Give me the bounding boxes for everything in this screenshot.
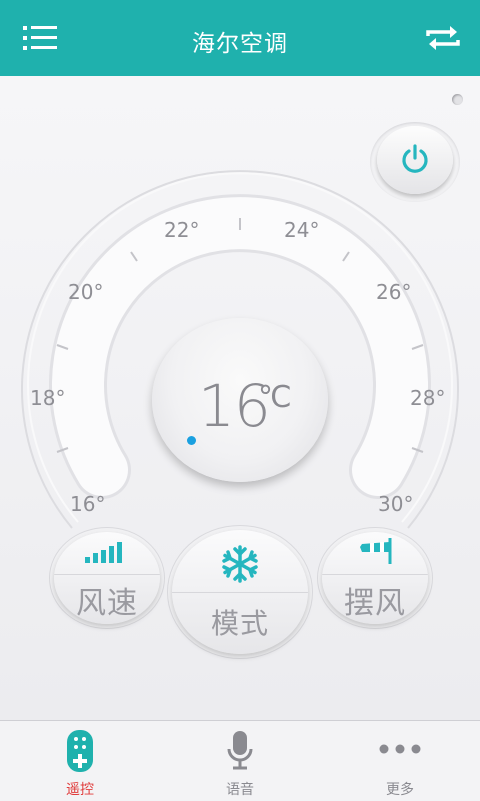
temperature-indicator-dot: [187, 436, 196, 445]
tick-label: 28°: [410, 386, 446, 410]
tab-remote[interactable]: 遥控: [0, 721, 160, 801]
tab-more[interactable]: 更多: [320, 721, 480, 801]
windsock-icon: [360, 538, 392, 564]
tab-remote-label: 遥控: [66, 782, 94, 798]
mode-button[interactable]: 模式: [172, 530, 308, 654]
fan-speed-button[interactable]: 风速: [54, 532, 160, 624]
snowflake-icon: [222, 545, 258, 583]
bottom-tab-bar: 遥控 语音 更多: [0, 720, 480, 801]
swing-button[interactable]: 摆风: [322, 532, 428, 624]
tick-label: 22°: [164, 218, 200, 242]
tab-voice-label: 语音: [226, 782, 254, 798]
tab-more-label: 更多: [386, 782, 414, 798]
mode-label: 模式: [210, 607, 269, 640]
microphone-icon: [227, 731, 253, 770]
tick-label: 30°: [378, 492, 414, 516]
tick-label: 24°: [284, 218, 320, 242]
tick-label: 16°: [70, 492, 106, 516]
tick-label: 18°: [30, 386, 66, 410]
temperature-unit: ℃: [258, 380, 292, 415]
fan-speed-label: 风速: [76, 586, 138, 621]
tick-label: 26°: [376, 280, 412, 304]
tick-label: 20°: [68, 280, 104, 304]
remote-control-icon: [67, 730, 93, 772]
more-dots-icon: [379, 744, 421, 754]
signal-bars-icon: [85, 542, 122, 563]
tab-voice[interactable]: 语音: [160, 721, 320, 801]
swing-label: 摆风: [344, 586, 406, 621]
